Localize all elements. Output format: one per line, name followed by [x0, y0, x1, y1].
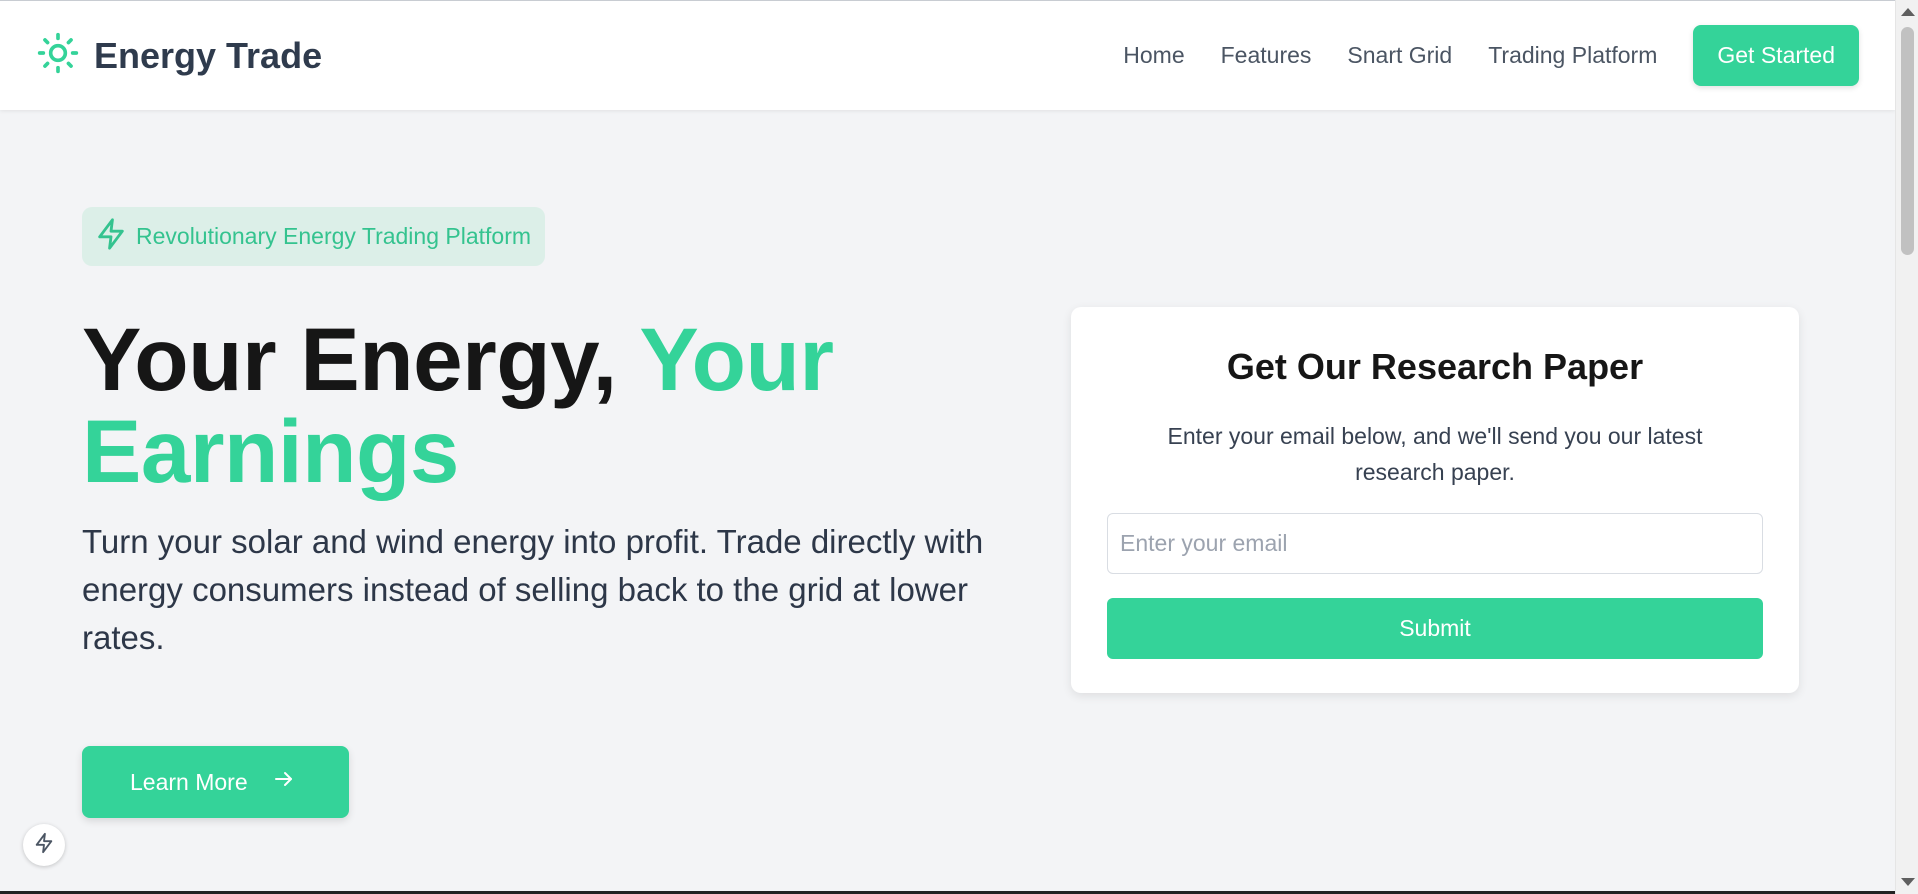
vertical-scrollbar[interactable]: [1895, 0, 1918, 894]
research-paper-card: Get Our Research Paper Enter your email …: [1071, 307, 1799, 693]
brand-name: Energy Trade: [94, 34, 323, 76]
hero-badge: Revolutionary Energy Trading Platform: [82, 207, 546, 266]
lightning-icon: [94, 217, 128, 256]
sun-icon: [36, 31, 80, 80]
scroll-up-arrow-icon[interactable]: [1901, 8, 1915, 16]
lightning-icon: [33, 832, 55, 859]
top-navbar: Energy Trade Home Features Snart Grid Tr…: [0, 0, 1895, 110]
scroll-down-arrow-icon[interactable]: [1901, 878, 1915, 886]
card-title: Get Our Research Paper: [1226, 346, 1644, 387]
get-started-button[interactable]: Get Started: [1693, 25, 1859, 86]
main-nav: Home Features Snart Grid Trading Platfor…: [1123, 25, 1859, 86]
badge-label: Revolutionary Energy Trading Platform: [136, 223, 532, 249]
learn-more-label: Learn More: [130, 768, 248, 795]
nav-home[interactable]: Home: [1123, 42, 1184, 69]
scrollbar-thumb[interactable]: [1901, 27, 1914, 255]
hero-title: Your Energy, Your Earnings: [82, 313, 982, 497]
floating-action-button[interactable]: [23, 824, 65, 866]
nav-smart-grid[interactable]: Snart Grid: [1347, 42, 1452, 69]
email-input[interactable]: [1107, 513, 1763, 574]
page: Energy Trade Home Features Snart Grid Tr…: [0, 0, 1918, 894]
hero-description: Turn your solar and wind energy into pro…: [82, 523, 984, 656]
brand[interactable]: Energy Trade: [36, 31, 322, 80]
arrow-right-icon: [272, 767, 296, 797]
submit-button[interactable]: Submit: [1107, 598, 1763, 659]
hero-title-part1: Your Energy,: [82, 309, 617, 409]
nav-features[interactable]: Features: [1221, 42, 1312, 69]
learn-more-button[interactable]: Learn More: [82, 746, 349, 818]
nav-trading-platform[interactable]: Trading Platform: [1488, 42, 1657, 69]
card-description: Enter your email below, and we'll send y…: [1167, 423, 1703, 485]
